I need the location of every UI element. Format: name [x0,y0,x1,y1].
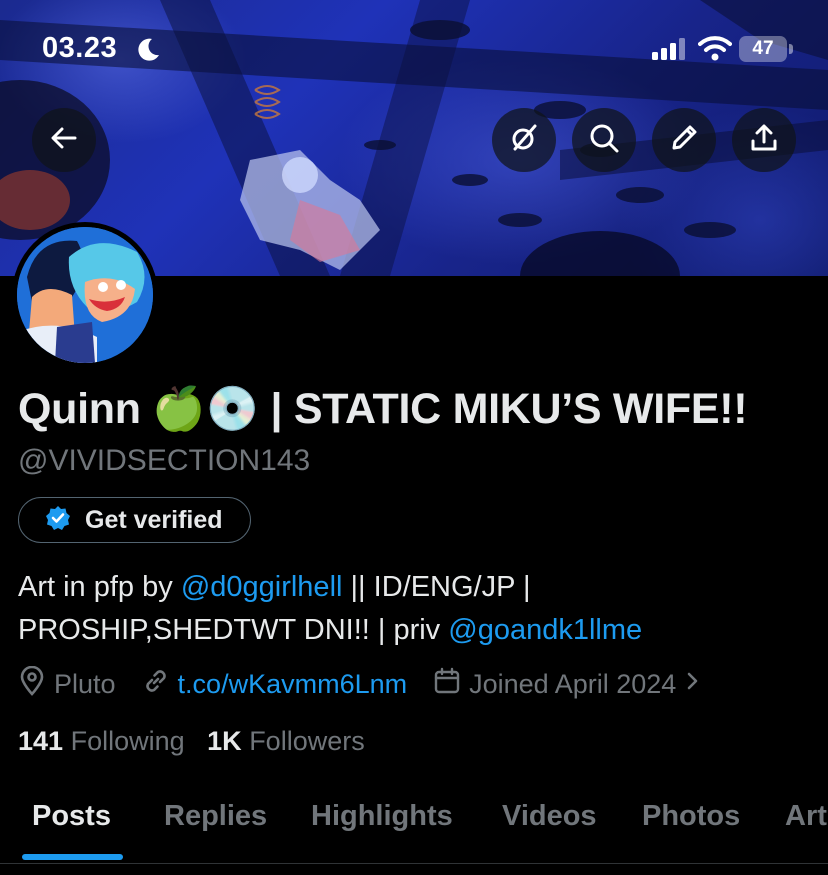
active-tab-indicator [22,854,123,860]
tab-videos[interactable]: Videos [502,800,597,833]
profile-meta: Pluto t.co/wKavmm6Lnm Joined April 2024 [18,665,726,703]
cellular-signal-icon [652,38,688,65]
avatar[interactable] [12,222,158,368]
display-name: Quinn 🍏💿 | STATIC MIKU’S WIFE!! [18,385,748,433]
pencil-icon [668,122,700,159]
bio-text: Art in pfp by [18,571,181,603]
bio-text: PROSHIP,SHEDTWT DNI!! | priv [18,614,449,646]
edit-profile-button[interactable] [652,108,716,172]
tab-highlights[interactable]: Highlights [311,800,453,833]
tab-posts[interactable]: Posts [32,800,111,833]
following-link[interactable]: 141 Following [18,726,185,756]
battery-indicator: 47 [739,36,787,62]
status-time: 03.23 [42,32,118,64]
following-label: Following [70,726,185,756]
wifi-icon [698,35,732,66]
location: Pluto [18,665,116,703]
bio-mention-link[interactable]: @goandk1llme [448,614,642,646]
follow-stats: 141 Following 1K Followers [18,726,365,757]
calendar-icon [433,667,461,702]
status-bar: 03.23 47 [0,0,828,100]
followers-label: Followers [249,726,365,756]
battery-cap [789,44,793,54]
verified-badge-icon [45,505,71,536]
bio-text: || ID/ENG/JP | [342,571,531,603]
chevron-right-icon [684,669,700,700]
search-button[interactable] [572,108,636,172]
grok-button[interactable] [492,108,556,172]
get-verified-label: Get verified [85,505,223,534]
bio-mention-link[interactable]: @d0ggirlhell [181,571,343,603]
tab-photos[interactable]: Photos [642,800,740,833]
tab-art[interactable]: Art [785,800,827,833]
profile-handle: @VIVIDSECTION143 [18,444,311,477]
tabs-divider [0,863,828,864]
profile-bio: Art in pfp by @d0ggirlhell || ID/ENG/JP … [18,566,818,652]
avatar-image [17,227,153,363]
search-icon [588,122,620,159]
profile-tabs: Posts Replies Highlights Videos Photos A… [0,790,828,864]
moon-icon [136,36,162,67]
followers-link[interactable]: 1K Followers [207,726,365,756]
get-verified-button[interactable]: Get verified [18,497,251,543]
followers-count: 1K [207,726,242,756]
website[interactable]: t.co/wKavmm6Lnm [142,667,408,702]
share-button[interactable] [732,108,796,172]
join-date[interactable]: Joined April 2024 [433,667,700,702]
share-icon [748,122,780,159]
join-date-text: Joined April 2024 [469,668,677,699]
following-count: 141 [18,726,64,756]
back-button[interactable] [32,108,96,172]
location-text: Pluto [54,668,116,699]
link-icon [142,667,170,702]
grok-icon [508,122,540,159]
tab-replies[interactable]: Replies [164,800,267,833]
arrow-left-icon [49,123,79,158]
location-pin-icon [18,665,46,703]
website-link[interactable]: t.co/wKavmm6Lnm [178,669,408,700]
